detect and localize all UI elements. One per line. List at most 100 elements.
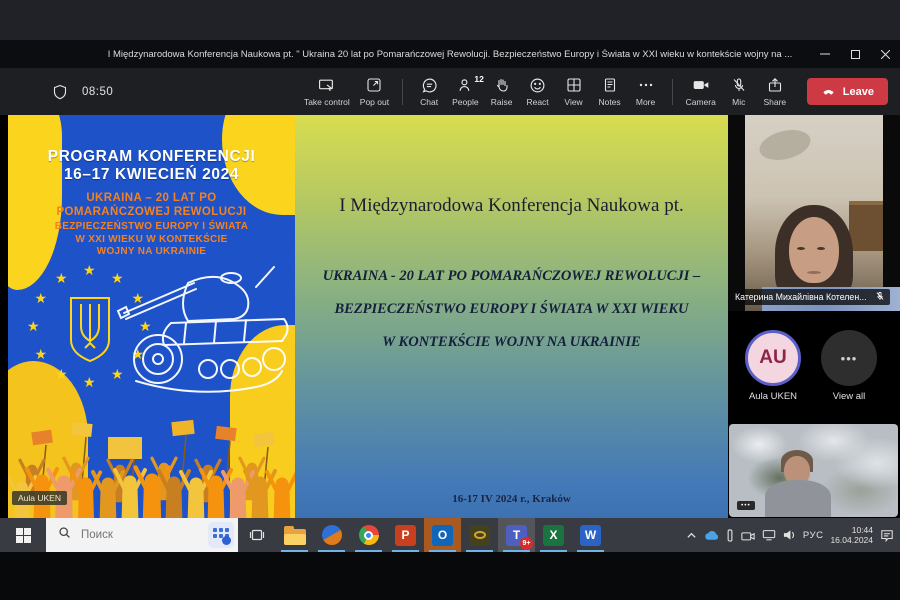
search-icon bbox=[58, 526, 71, 544]
share-icon bbox=[767, 76, 783, 94]
network-display-icon[interactable] bbox=[762, 529, 776, 541]
app-powerpoint[interactable]: P bbox=[387, 518, 424, 552]
windows-taskbar: P O T 9+ X W bbox=[0, 518, 900, 552]
view-all-label: View all bbox=[814, 391, 884, 402]
camera-label: Camera bbox=[686, 97, 716, 107]
windows-logo-icon bbox=[16, 528, 31, 543]
participant-video-featured[interactable]: Катерина Михайлівна Котелен... bbox=[728, 115, 900, 311]
letterbox-top bbox=[0, 0, 900, 40]
tray-date: 16.04.2024 bbox=[830, 535, 873, 545]
taskbar-apps: P O T 9+ X W bbox=[276, 518, 609, 552]
camera-device-icon[interactable] bbox=[741, 530, 755, 541]
taskbar-search[interactable] bbox=[46, 518, 238, 552]
take-control-button[interactable]: Take control bbox=[299, 76, 355, 107]
mic-off-icon bbox=[875, 291, 885, 303]
meeting-timer: 08:50 bbox=[82, 86, 113, 98]
shared-slide-title-panel: I Międzynarodowa Konferencja Naukowa pt.… bbox=[295, 115, 728, 518]
usb-device-icon[interactable] bbox=[726, 529, 734, 542]
chat-button[interactable]: Chat bbox=[411, 76, 447, 107]
mic-button[interactable]: Mic bbox=[721, 76, 757, 107]
more-icon bbox=[638, 76, 654, 94]
notes-icon bbox=[602, 76, 618, 94]
tank-line-art bbox=[116, 261, 295, 399]
start-button[interactable] bbox=[0, 518, 46, 552]
word-icon: W bbox=[580, 525, 601, 546]
close-button[interactable] bbox=[870, 40, 900, 68]
chrome-icon bbox=[359, 525, 379, 545]
app-chrome[interactable] bbox=[350, 518, 387, 552]
view-button[interactable]: View bbox=[556, 76, 592, 107]
pop-out-button[interactable]: Pop out bbox=[355, 76, 394, 107]
meeting-toolbar: 08:50 Take control Pop out bbox=[0, 68, 900, 115]
notes-button[interactable]: Notes bbox=[592, 76, 628, 107]
people-button[interactable]: 12 People bbox=[447, 76, 483, 107]
toolbar-divider bbox=[672, 79, 673, 105]
app-file-explorer[interactable] bbox=[276, 518, 313, 552]
action-center-icon[interactable] bbox=[880, 529, 894, 542]
people-icon: 12 bbox=[457, 76, 474, 94]
react-button[interactable]: React bbox=[520, 76, 556, 107]
leave-label: Leave bbox=[843, 86, 874, 98]
take-control-label: Take control bbox=[304, 97, 350, 107]
toolbar-divider bbox=[402, 79, 403, 105]
avatar-initials: AU bbox=[759, 347, 786, 369]
minimize-button[interactable] bbox=[810, 40, 840, 68]
raise-hand-button[interactable]: Raise bbox=[484, 76, 520, 107]
language-indicator[interactable]: РУС bbox=[803, 530, 824, 541]
slide-subtitle: UKRAINA - 20 LAT PO POMARAŃCZOWEJ REWOLU… bbox=[295, 260, 728, 359]
presenter-name-chip: Aula UKEN bbox=[12, 491, 67, 505]
leave-button[interactable]: Leave bbox=[807, 78, 888, 105]
people-label: People bbox=[452, 97, 478, 107]
participant-mouth bbox=[807, 271, 821, 274]
camera-icon bbox=[692, 76, 710, 94]
search-input[interactable] bbox=[79, 528, 179, 542]
people-count-badge: 12 bbox=[474, 74, 483, 84]
app-word[interactable]: W bbox=[572, 518, 609, 552]
background-shelf bbox=[849, 201, 883, 251]
view-all-button[interactable]: ••• bbox=[821, 330, 877, 386]
slide-subtitle-line1: UKRAINA - 20 LAT PO POMARAŃCZOWEJ REWOLU… bbox=[295, 260, 728, 293]
search-highlights-icon[interactable] bbox=[208, 522, 234, 548]
react-label: React bbox=[526, 97, 548, 107]
hang-up-icon bbox=[821, 83, 836, 101]
tray-time: 10:44 bbox=[830, 525, 873, 535]
maximize-button[interactable] bbox=[840, 40, 870, 68]
participant-name-chip: Катерина Михайлівна Котелен... bbox=[730, 289, 890, 305]
app-outlook-active[interactable]: O bbox=[424, 518, 461, 552]
share-button[interactable]: Share bbox=[757, 76, 793, 107]
onedrive-cloud-icon[interactable] bbox=[704, 530, 719, 541]
app-excel[interactable]: X bbox=[535, 518, 572, 552]
avatar-label: Aula UKEN bbox=[738, 391, 808, 402]
mic-muted-icon bbox=[731, 76, 747, 94]
window-controls bbox=[810, 40, 900, 68]
video-options-button[interactable]: ••• bbox=[737, 501, 755, 510]
participant-eye bbox=[817, 247, 825, 250]
teams-glyph: T bbox=[513, 528, 520, 542]
chat-icon bbox=[421, 76, 438, 94]
screen: I Międzynarodowa Konferencja Naukowa pt.… bbox=[0, 0, 900, 600]
camera-button[interactable]: Camera bbox=[681, 76, 721, 107]
video-app-icon bbox=[469, 525, 490, 546]
slide-subtitle-line2: BEZPIECZEŃSTWO EUROPY I ŚWIATA W XXI WIE… bbox=[295, 293, 728, 326]
eu-star-icon: ★ bbox=[55, 271, 68, 285]
participant-video-secondary[interactable]: ••• bbox=[729, 424, 898, 517]
task-view-button[interactable] bbox=[238, 518, 276, 552]
mic-label: Mic bbox=[732, 97, 745, 107]
ceiling-stain bbox=[756, 125, 813, 165]
more-button[interactable]: More bbox=[628, 76, 664, 107]
participant-avatar-aula-uken[interactable]: AU bbox=[745, 330, 801, 386]
outlook-icon: O bbox=[432, 525, 453, 546]
speaker-icon[interactable] bbox=[783, 529, 796, 541]
notes-label: Notes bbox=[598, 97, 620, 107]
chat-label: Chat bbox=[420, 97, 438, 107]
participants-sidebar: Катерина Михайлівна Котелен... AU ••• Au… bbox=[728, 115, 900, 518]
teams-icon: T 9+ bbox=[506, 525, 527, 546]
participant-eye bbox=[797, 247, 805, 250]
tray-expand-chevron-icon[interactable] bbox=[686, 530, 697, 541]
window-title: I Międzynarodowa Konferencja Naukowa pt.… bbox=[0, 49, 810, 60]
app-teams[interactable]: T 9+ bbox=[498, 518, 535, 552]
app-browser-circle[interactable] bbox=[313, 518, 350, 552]
slide-subtitle-line3: W KONTEKŚCIE WOJNY NA UKRAINIE bbox=[295, 326, 728, 359]
taskbar-clock[interactable]: 10:44 16.04.2024 bbox=[830, 525, 873, 545]
app-video-tool[interactable] bbox=[461, 518, 498, 552]
